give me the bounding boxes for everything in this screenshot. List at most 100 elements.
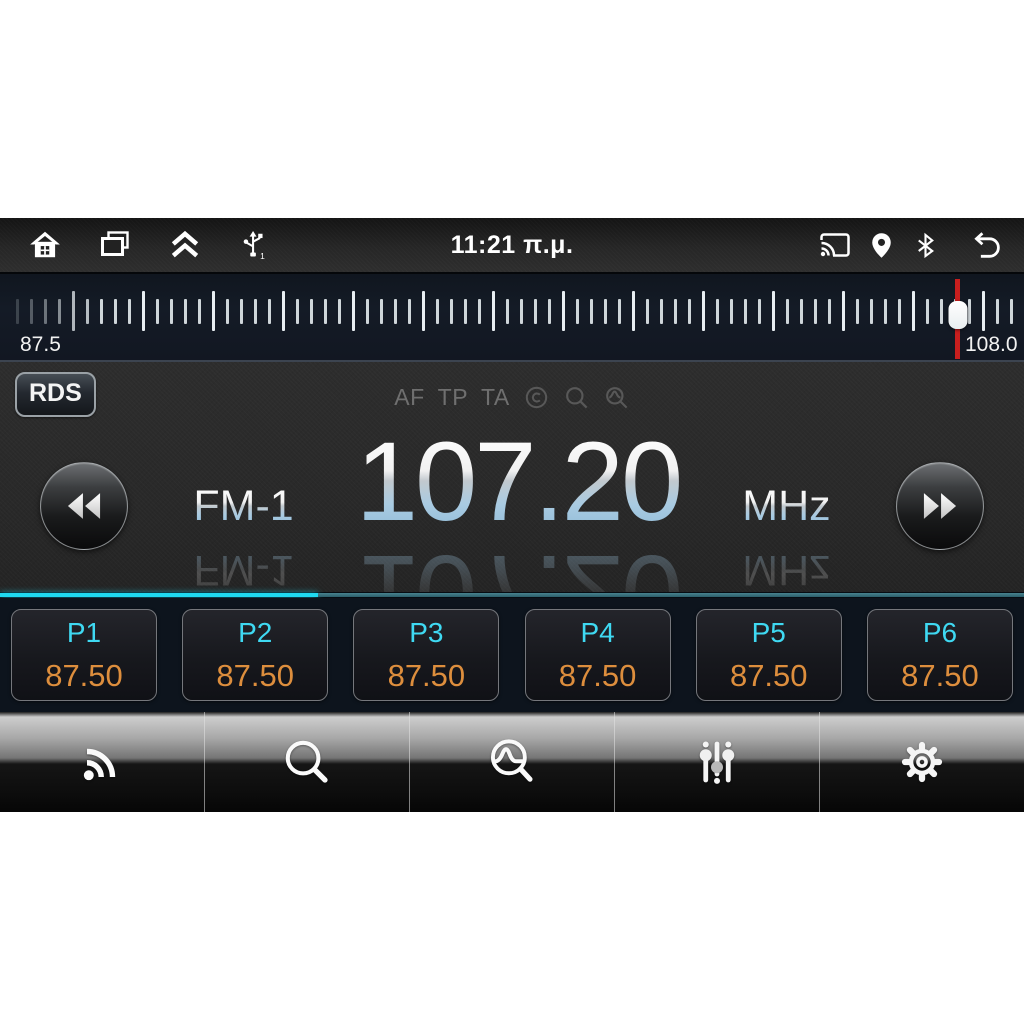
- tuner-tick: [506, 299, 509, 324]
- bluetooth-icon: [912, 232, 939, 259]
- tuner-tick: [338, 299, 341, 324]
- tuner-tick: [170, 299, 173, 324]
- preset-button-1[interactable]: P1 87.50: [11, 609, 157, 701]
- tuner-tick: [898, 299, 901, 324]
- tuner-tick: [422, 291, 425, 331]
- status-bar: 1 11:21 π.μ.: [0, 218, 1024, 272]
- preset-button-4[interactable]: P4 87.50: [524, 609, 671, 701]
- tuner-tick: [968, 299, 971, 324]
- seek-back-button[interactable]: [40, 462, 128, 550]
- recent-apps-icon[interactable]: [99, 229, 131, 261]
- tuner-tick: [688, 299, 691, 324]
- scan-button[interactable]: [410, 712, 615, 812]
- tuner-tick: [380, 299, 383, 324]
- tuner-tick: [492, 291, 495, 331]
- cast-icon: [819, 229, 851, 261]
- tuner-tick: [58, 299, 61, 324]
- equalizer-icon: [699, 741, 735, 784]
- preset-label: P1: [66, 616, 102, 648]
- tuner-tick: [926, 299, 929, 324]
- tuner-tick: [30, 299, 33, 324]
- tuner-tick: [912, 291, 915, 331]
- seek-forward-button[interactable]: [896, 462, 984, 550]
- tuner-tick: [254, 299, 257, 324]
- home-icon[interactable]: [28, 228, 62, 262]
- frequency-reflection: FM-1 107.20 MHz: [0, 532, 1024, 592]
- tuner-tick: [716, 299, 719, 324]
- tuner-tick: [1010, 299, 1013, 324]
- tuner-tick: [758, 299, 761, 324]
- tuner-tick: [100, 299, 103, 324]
- preset-button-5[interactable]: P5 87.50: [695, 609, 842, 701]
- ta-indicator: TA: [481, 384, 510, 410]
- tuner-tick: [198, 299, 201, 324]
- preset-button-2[interactable]: P2 87.50: [182, 609, 329, 701]
- tuner-knob[interactable]: [948, 301, 967, 329]
- tuner-tick: [674, 299, 677, 324]
- equalizer-button[interactable]: [615, 712, 820, 812]
- preset-button-3[interactable]: P3 87.50: [353, 609, 500, 701]
- tuner-tick: [940, 299, 943, 324]
- collapse-icon[interactable]: [168, 228, 202, 262]
- preset-label: P2: [238, 616, 273, 648]
- tuner-tick: [464, 299, 467, 324]
- back-icon[interactable]: [969, 229, 1002, 262]
- pty-icon: [523, 384, 550, 411]
- preset-frequency: 87.50: [729, 657, 808, 693]
- location-icon: [867, 231, 896, 260]
- tuner-tick: [226, 299, 229, 324]
- tuner-tick: [786, 299, 789, 324]
- band-button[interactable]: [0, 712, 205, 812]
- tuner-tick: [632, 291, 635, 331]
- tuner-tick: [730, 299, 733, 324]
- bottom-toolbar: [0, 712, 1024, 812]
- radio-display: RDS AF TP TA FM-1 107.20 MHz FM-1 MHz: [0, 362, 1024, 592]
- tuner-tick: [296, 299, 299, 324]
- tuner-tick: [548, 299, 551, 324]
- tuner-tick: [86, 299, 89, 324]
- tuner-tick: [590, 299, 593, 324]
- fast-forward-icon: [923, 493, 957, 519]
- tuner-tick: [996, 299, 999, 324]
- accent-divider-bright: [0, 593, 318, 597]
- scan-icon: [490, 739, 533, 782]
- preset-label: P6: [922, 616, 958, 648]
- tuner-tick: [534, 299, 537, 324]
- tuner-tick: [156, 299, 159, 324]
- preset-button-6[interactable]: P6 87.50: [866, 609, 1013, 701]
- scan-dim-icon: [603, 384, 630, 411]
- frequency-unit: MHz: [742, 482, 831, 530]
- tuner-tick: [324, 299, 327, 324]
- settings-button[interactable]: [820, 712, 1024, 812]
- tuner-tick: [702, 291, 705, 331]
- tuner-tick: [562, 291, 565, 331]
- band-label: FM-1: [193, 482, 294, 530]
- preset-row: P1 87.50 P2 87.50 P3 87.50 P4 87.50 P5 8…: [0, 598, 1024, 712]
- tuner-tick: [184, 299, 187, 324]
- tuner-max-label: 108.0: [965, 333, 1018, 356]
- preset-label: P3: [409, 616, 444, 648]
- tuner-tick: [44, 299, 47, 324]
- preset-frequency: 87.50: [901, 657, 979, 693]
- preset-frequency: 87.50: [558, 657, 637, 693]
- tuner-min-label: 87.5: [20, 333, 61, 356]
- tuner-tick: [366, 299, 369, 324]
- tuner-tick: [436, 299, 439, 324]
- radio-app-screen: 1 11:21 π.μ. 87.5 108.0 RDS AF TP TA FM-…: [0, 218, 1024, 812]
- search-button[interactable]: [205, 712, 410, 812]
- tuner-tick: [870, 299, 873, 324]
- tp-indicator: TP: [437, 384, 469, 410]
- nav-buttons: 1: [0, 228, 269, 262]
- tuner-tick: [828, 299, 831, 324]
- tuner-tick: [282, 291, 285, 331]
- tuner-tick: [842, 291, 845, 331]
- tuner-tick: [772, 291, 775, 331]
- tuner-indicator[interactable]: [948, 279, 967, 359]
- tuner-tick: [576, 299, 579, 324]
- search-icon: [285, 740, 328, 783]
- tuner-tick: [142, 291, 145, 331]
- tuner-tick: [394, 299, 397, 324]
- tuner-scale[interactable]: 87.5 108.0: [0, 272, 1024, 362]
- tuner-tick: [128, 299, 131, 324]
- preset-frequency: 87.50: [387, 657, 466, 693]
